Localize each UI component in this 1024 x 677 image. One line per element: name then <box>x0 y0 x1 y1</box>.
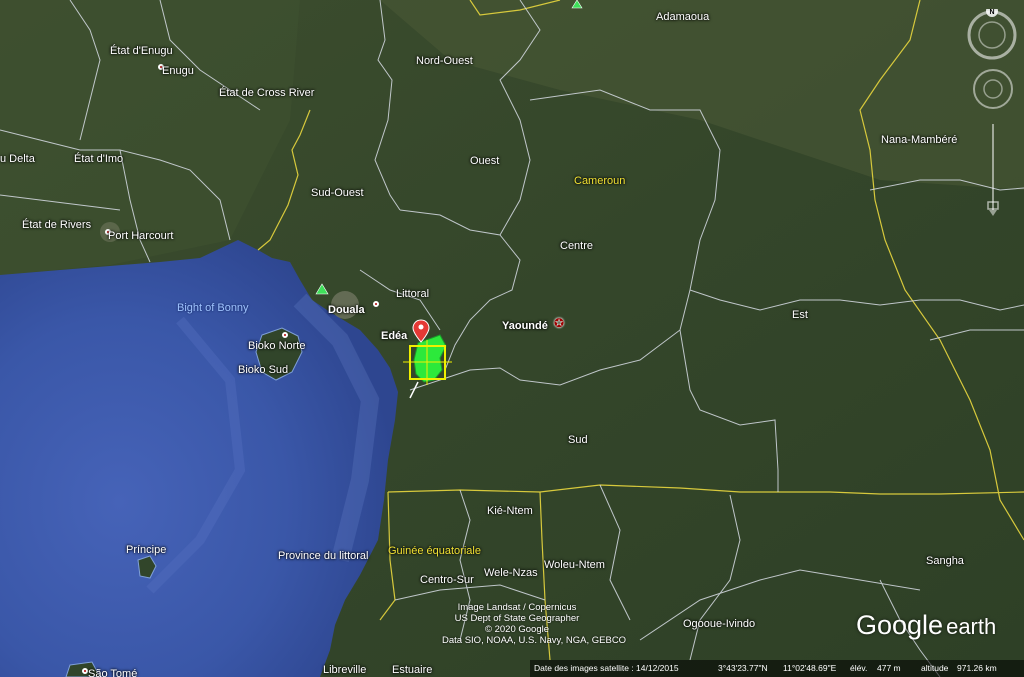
label-delta: u Delta <box>0 153 35 165</box>
label-bioko-sud: Bioko Sud <box>238 364 289 376</box>
label-sao-tome: São Tomé <box>88 668 138 677</box>
elevation-label: élév. <box>850 663 868 673</box>
latitude-readout: 3°43'23.77"N <box>718 663 768 673</box>
credit-line: Data SIO, NOAA, U.S. Navy, NGA, GEBCO <box>442 635 627 646</box>
label-est: Est <box>792 309 808 321</box>
label-port-harcourt: Port Harcourt <box>108 230 174 242</box>
imagery-credits: Image Landsat / Copernicus US Dept of St… <box>442 602 627 646</box>
look-joystick-icon[interactable] <box>972 68 1014 110</box>
altitude-readout: 971.26 km <box>957 663 997 673</box>
label-bioko-norte: Bioko Norte <box>248 340 306 352</box>
label-nord-ouest: Nord-Ouest <box>416 55 473 67</box>
label-sud: Sud <box>568 434 588 446</box>
label-bight-of-bonny: Bight of Bonny <box>177 302 249 314</box>
label-etat-enugu: État d'Enugu <box>110 45 173 57</box>
label-nana-mambere: Nana-Mambéré <box>881 134 958 146</box>
label-sud-ouest: Sud-Ouest <box>311 187 364 199</box>
label-sangha: Sangha <box>926 555 964 567</box>
credit-line: © 2020 Google <box>484 624 550 635</box>
imagery-date: Date des images satellite : 14/12/2015 <box>534 663 679 673</box>
label-centre: Centre <box>560 240 594 252</box>
yaounde-capital-star[interactable]: ✪ <box>554 317 564 329</box>
label-etat-rivers: État de Rivers <box>22 219 92 231</box>
label-province-du-littoral: Province du littoral <box>278 550 369 562</box>
label-yaounde: Yaoundé <box>502 320 548 332</box>
label-estuaire: Estuaire <box>392 664 433 676</box>
label-libreville: Libreville <box>323 664 367 676</box>
label-centro-sur: Centro-Sur <box>420 574 474 586</box>
label-cameroun: Cameroun <box>574 175 626 187</box>
zoom-slider[interactable] <box>986 118 1000 218</box>
elevation-readout: 477 m <box>877 663 901 673</box>
label-adamaoua: Adamaoua <box>656 11 710 23</box>
bioko-marker[interactable] <box>282 332 288 338</box>
logo-google-text: Google <box>856 610 944 640</box>
status-bar: Date des images satellite : 14/12/2015 3… <box>530 660 1024 677</box>
douala-marker[interactable] <box>373 301 379 307</box>
label-guinee-equatoriale: Guinée équatoriale <box>388 545 481 557</box>
label-wele-nzas: Wele-Nzas <box>484 567 538 579</box>
credit-line: US Dept of State Geographer <box>454 613 580 624</box>
logo-earth-text: earth <box>946 614 997 639</box>
label-ogooue-ivindo: Ogooue-Ivindo <box>683 618 756 630</box>
label-ouest: Ouest <box>470 155 500 167</box>
label-etat-imo: État d'Imo <box>74 153 124 165</box>
longitude-readout: 11°02'48.69"E <box>783 663 837 673</box>
label-edea: Edéa <box>381 330 408 342</box>
label-littoral: Littoral <box>396 288 430 300</box>
google-earth-logo: Google earth <box>856 610 996 641</box>
label-douala: Douala <box>328 304 365 316</box>
zoom-out-icon[interactable] <box>989 210 997 216</box>
label-kie-ntem: Kié-Ntem <box>487 505 533 517</box>
north-indicator: N <box>989 9 994 16</box>
label-etat-cross-river: État de Cross River <box>219 87 315 99</box>
credit-line: Image Landsat / Copernicus <box>457 602 577 613</box>
map-viewport[interactable]: ✪ Adamaoua État d'Enugu Enugu Nord-Ouest… <box>0 0 1024 677</box>
label-enugu: Enugu <box>162 65 194 77</box>
compass-ring-icon[interactable]: N <box>966 9 1018 61</box>
altitude-label: altitude <box>921 663 949 673</box>
label-principe: Príncipe <box>126 544 167 556</box>
label-woleu-ntem: Woleu-Ntem <box>544 559 605 571</box>
